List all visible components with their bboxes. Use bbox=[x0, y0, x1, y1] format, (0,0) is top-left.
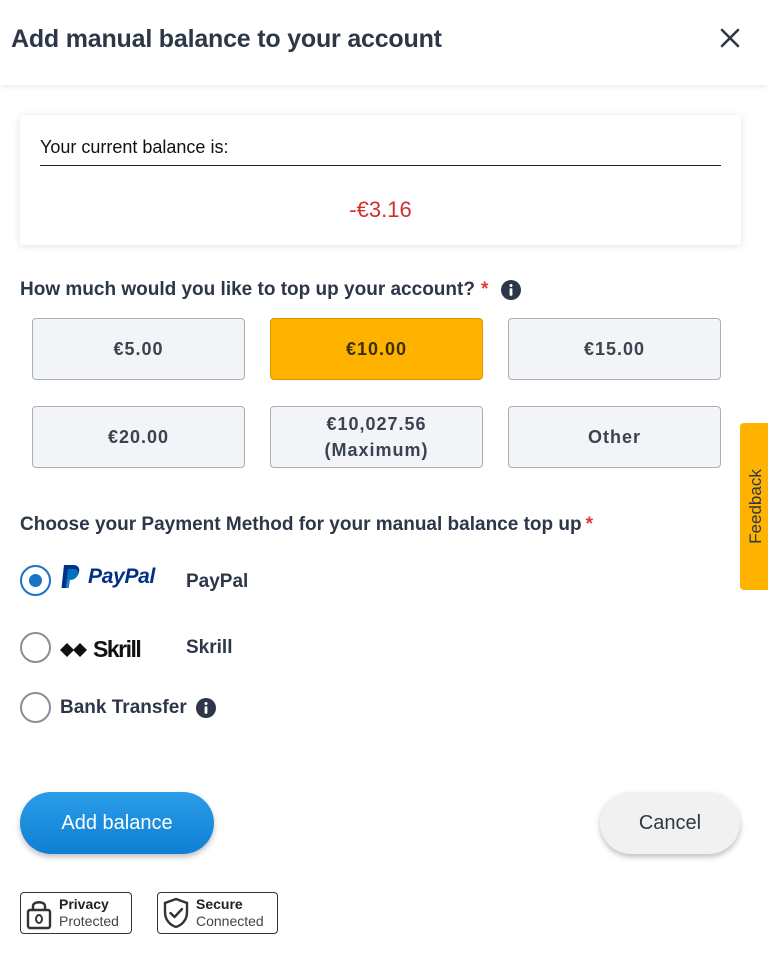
skrill-icon bbox=[60, 642, 87, 657]
amount-button-10[interactable]: €10.00 bbox=[270, 318, 483, 380]
required-marker: * bbox=[585, 514, 594, 535]
badge-subtitle: Protected bbox=[59, 913, 119, 929]
skrill-logo-text: Skrill bbox=[93, 636, 142, 662]
info-icon[interactable] bbox=[500, 279, 522, 301]
required-marker: * bbox=[480, 279, 489, 300]
amount-button-5[interactable]: €5.00 bbox=[32, 318, 245, 380]
amount-label: €20.00 bbox=[107, 427, 170, 447]
amount-label: €10.00 bbox=[345, 339, 408, 359]
amount-label: €5.00 bbox=[113, 339, 164, 359]
feedback-label: Feedback bbox=[746, 469, 765, 544]
amount-label: Other bbox=[587, 427, 641, 447]
amount-label: €15.00 bbox=[583, 339, 646, 359]
cancel-label: Cancel bbox=[638, 811, 702, 834]
paypal-logo-text: PayPal bbox=[88, 565, 156, 588]
add-balance-label: Add balance bbox=[61, 811, 173, 834]
amount-button-other[interactable]: Other bbox=[508, 406, 721, 468]
paypal-icon bbox=[61, 565, 80, 588]
badge-title: Privacy bbox=[59, 896, 109, 912]
balance-value: -€3.16 bbox=[349, 197, 412, 222]
amount-button-maximum[interactable]: €10,027.56 (Maximum) bbox=[270, 406, 483, 468]
add-balance-button[interactable]: Add balance bbox=[20, 792, 214, 854]
modal-header: Add manual balance to your account bbox=[0, 0, 768, 85]
amount-button-20[interactable]: €20.00 bbox=[32, 406, 245, 468]
skrill-logo: Skrill bbox=[60, 636, 142, 663]
radio-skrill[interactable] bbox=[20, 632, 51, 663]
amount-button-15[interactable]: €15.00 bbox=[508, 318, 721, 380]
secure-badge: Secure Connected bbox=[157, 892, 278, 934]
info-icon[interactable] bbox=[195, 697, 217, 719]
radio-paypal[interactable] bbox=[20, 565, 51, 596]
shield-check-icon bbox=[163, 897, 189, 929]
payment-label-skrill: Skrill bbox=[186, 637, 233, 658]
cancel-button[interactable]: Cancel bbox=[600, 792, 740, 854]
modal-title: Add manual balance to your account bbox=[11, 25, 442, 53]
payment-label-paypal: PayPal bbox=[186, 571, 249, 592]
badge-title: Secure bbox=[196, 896, 243, 912]
badge-subtitle: Connected bbox=[196, 913, 264, 929]
payment-label-bank-transfer-row: Bank Transfer bbox=[60, 697, 217, 719]
close-icon bbox=[720, 28, 740, 48]
close-button[interactable] bbox=[714, 22, 746, 54]
balance-card: Your current balance is: -€3.16 bbox=[20, 115, 741, 245]
payment-label-bank-transfer: Bank Transfer bbox=[60, 697, 187, 718]
feedback-tab[interactable]: Feedback bbox=[740, 423, 768, 590]
amount-sublabel: (Maximum) bbox=[324, 440, 429, 460]
balance-divider bbox=[40, 165, 721, 166]
radio-bank-transfer[interactable] bbox=[20, 692, 51, 723]
privacy-badge: Privacy Protected bbox=[20, 892, 132, 934]
balance-label: Your current balance is: bbox=[40, 137, 229, 157]
payment-method-title: Choose your Payment Method for your manu… bbox=[20, 514, 593, 536]
payment-method-title-text: Choose your Payment Method for your manu… bbox=[20, 514, 582, 535]
topup-question-text: How much would you like to top up your a… bbox=[20, 279, 475, 300]
lock-icon bbox=[26, 901, 52, 930]
topup-question: How much would you like to top up your a… bbox=[20, 279, 522, 301]
amount-label: €10,027.56 bbox=[326, 414, 427, 434]
paypal-logo: PayPal bbox=[60, 564, 155, 590]
